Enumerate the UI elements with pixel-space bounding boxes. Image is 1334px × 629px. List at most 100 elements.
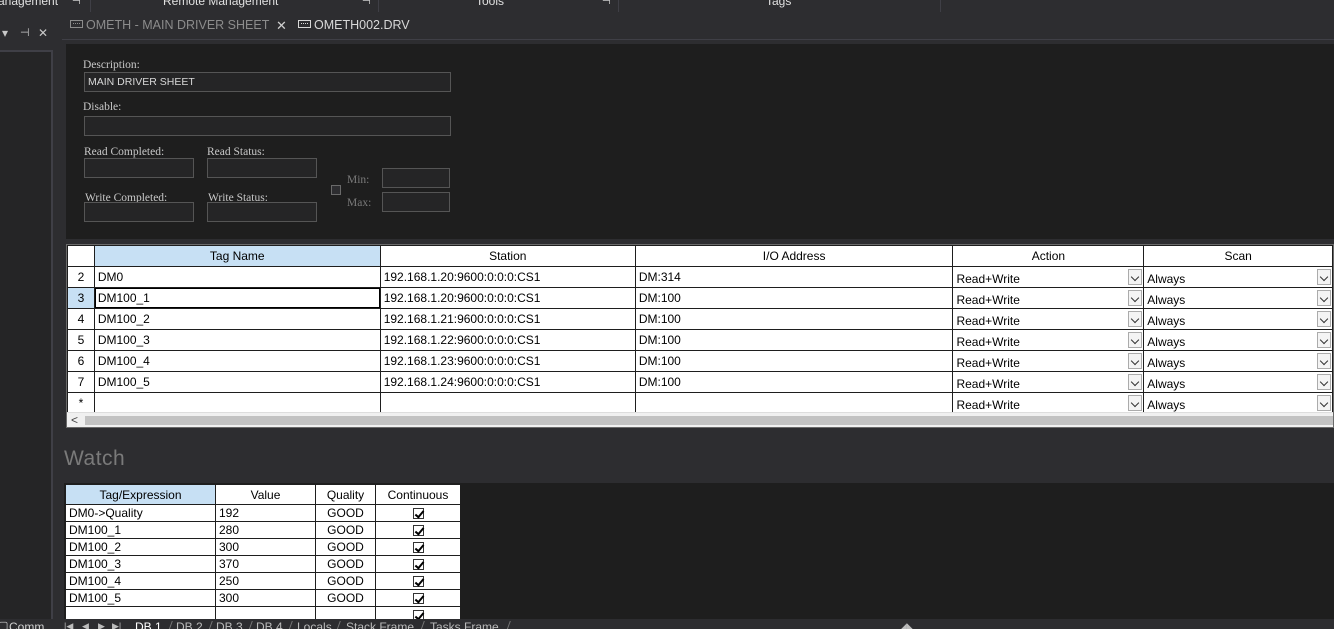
scan-cell[interactable]: Always [1143,329,1333,351]
action-cell[interactable]: Read+Write [952,329,1145,351]
io-address-cell[interactable] [634,392,954,414]
station-cell[interactable]: 192.168.1.23:9600:0:0:0:CS1 [379,350,636,372]
continuous-checkbox[interactable] [412,593,424,605]
io-address-cell[interactable]: DM:100 [634,371,954,393]
continuous-checkbox[interactable] [412,576,424,588]
tag-name-cell[interactable] [93,392,381,414]
top-panel-tab-remote-management[interactable]: Remote Management [163,0,278,12]
write-status-field[interactable] [207,202,317,222]
continuous-cell[interactable] [375,589,461,607]
tag-expression-cell[interactable] [65,606,216,619]
chevron-down-icon[interactable] [1128,332,1143,348]
chevron-down-icon[interactable] [1128,353,1143,369]
col-header-io-address[interactable]: I/O Address [634,245,954,267]
action-cell[interactable]: Read+Write [952,308,1145,330]
tab-db-4[interactable]: DB 4 [256,620,283,629]
disable-field[interactable] [84,116,451,136]
continuous-cell[interactable] [375,606,461,619]
tab-db-1[interactable]: DB 1 [135,620,162,629]
chevron-down-icon[interactable] [1128,311,1143,327]
grid-row[interactable]: 7 DM100_5 192.168.1.24:9600:0:0:0:CS1 DM:10… [67,371,1333,393]
scrollbar-thumb[interactable] [85,416,1333,425]
watch-row[interactable] [65,606,461,619]
next-tab-icon[interactable]: ▶ [98,621,105,629]
tab-ometh002-drv[interactable]: OMETH002.DRV [298,18,410,32]
io-address-cell[interactable]: DM:100 [634,350,954,372]
action-cell[interactable]: Read+Write [952,371,1145,393]
grid-row[interactable]: 4 DM100_2 192.168.1.21:9600:0:0:0:CS1 DM:10… [67,308,1333,330]
chevron-down-icon[interactable] [1317,311,1331,327]
tag-name-cell[interactable]: DM100_4 [93,350,381,372]
col-header-station[interactable]: Station [379,245,636,267]
pin-icon[interactable]: ⊣ [602,0,611,12]
tag-name-cell[interactable]: DM100_2 [93,308,381,330]
col-header-tag-name[interactable]: Tag Name [93,245,381,267]
close-icon[interactable]: ✕ [38,26,48,40]
tab-db-3[interactable]: DB 3 [216,620,243,629]
scan-cell[interactable]: Always [1143,287,1333,309]
top-panel-tab-tags[interactable]: Tags [766,0,791,12]
continuous-cell[interactable] [375,555,461,573]
write-completed-field[interactable] [84,202,194,222]
chevron-down-icon[interactable] [1128,269,1143,285]
continuous-cell[interactable] [375,504,461,522]
tag-expression-cell[interactable]: DM100_1 [65,521,216,539]
scroll-left-icon[interactable]: < [71,413,78,427]
tag-name-cell[interactable]: DM100_5 [93,371,381,393]
pin-icon[interactable]: ⊣ [362,0,371,12]
row-number[interactable]: 7 [67,371,95,393]
max-field[interactable] [382,192,450,212]
col-header-quality[interactable]: Quality [315,484,376,505]
continuous-checkbox[interactable] [412,525,424,537]
continuous-cell[interactable] [375,572,461,590]
col-header-scan[interactable]: Scan [1143,245,1333,267]
value-cell[interactable]: 192 [215,504,316,522]
scan-cell[interactable]: Always [1143,308,1333,330]
row-number[interactable]: 2 [67,266,95,288]
tag-expression-cell[interactable]: DM100_5 [65,589,216,607]
io-address-cell[interactable]: DM:100 [634,329,954,351]
io-address-cell[interactable]: DM:100 [634,287,954,309]
chevron-down-icon[interactable] [1128,290,1143,306]
scan-cell[interactable]: Always [1143,350,1333,372]
pin-icon[interactable]: ⊣ [72,0,81,12]
tag-expression-cell[interactable]: DM0->Quality [65,504,216,522]
row-number[interactable]: 4 [67,308,95,330]
tab-locals[interactable]: Locals [297,620,332,629]
continuous-cell[interactable] [375,521,461,539]
row-number[interactable]: 3 [67,287,95,309]
station-cell[interactable]: 192.168.1.21:9600:0:0:0:CS1 [379,308,636,330]
horizontal-scrollbar[interactable]: < [67,412,1333,427]
first-tab-icon[interactable]: |◀ [64,621,73,629]
chevron-down-icon[interactable] [1128,374,1143,390]
col-header-continuous[interactable]: Continuous [375,484,461,505]
grid-row[interactable]: 2 DM0 192.168.1.20:9600:0:0:0:CS1 DM:314 Rea… [67,266,1333,288]
value-cell[interactable]: 250 [215,572,316,590]
tag-name-cell[interactable]: DM100_3 [93,329,381,351]
description-field[interactable]: MAIN DRIVER SHEET [84,72,451,92]
continuous-cell[interactable] [375,538,461,556]
row-number[interactable]: 5 [67,329,95,351]
action-cell[interactable]: Read+Write [952,350,1145,372]
value-cell[interactable]: 370 [215,555,316,573]
watch-row[interactable]: DM100_5 300 GOOD [65,589,461,607]
io-address-cell[interactable]: DM:314 [634,266,954,288]
top-panel-tab-tools[interactable]: Tools [476,0,504,12]
read-completed-field[interactable] [84,158,194,178]
watch-row[interactable]: DM100_3 370 GOOD [65,555,461,573]
previous-tab-icon[interactable]: ◀ [82,621,89,629]
scan-cell[interactable]: Always [1143,266,1333,288]
col-header-tag-expression[interactable]: Tag/Expression [65,484,216,505]
top-panel-tab-management[interactable]: anagement [0,0,58,12]
value-cell[interactable]: 300 [215,538,316,556]
grid-row[interactable]: 6 DM100_4 192.168.1.23:9600:0:0:0:CS1 DM:10… [67,350,1333,372]
tab-main-driver-sheet[interactable]: OMETH - MAIN DRIVER SHEET [70,18,269,32]
chevron-down-icon[interactable]: ▾ [2,26,8,40]
tag-expression-cell[interactable]: DM100_3 [65,555,216,573]
continuous-checkbox[interactable] [412,508,424,520]
scan-cell[interactable]: Always [1143,371,1333,393]
station-cell[interactable]: 192.168.1.24:9600:0:0:0:CS1 [379,371,636,393]
tag-name-cell[interactable]: DM0 [93,266,381,288]
station-cell[interactable]: 192.168.1.22:9600:0:0:0:CS1 [379,329,636,351]
action-cell[interactable]: Read+Write [952,266,1145,288]
